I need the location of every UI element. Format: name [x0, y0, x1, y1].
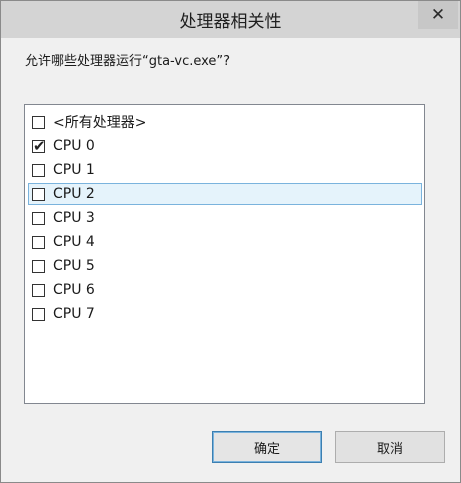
- checkbox-all-processors[interactable]: [32, 115, 45, 129]
- item-label: CPU 7: [53, 306, 95, 322]
- item-label: CPU 6: [53, 282, 95, 298]
- item-label: CPU 1: [53, 162, 95, 178]
- list-item-cpu-7[interactable]: CPU 7: [28, 303, 422, 325]
- item-label: CPU 4: [53, 234, 95, 250]
- checkbox-cpu-4[interactable]: [32, 235, 45, 249]
- dialog-title: 处理器相关性: [179, 12, 282, 32]
- list-item-cpu-5[interactable]: CPU 5: [28, 255, 422, 277]
- processor-affinity-dialog: 处理器相关性 ✕ 允许哪些处理器运行“gta-vc.exe”? <所有处理器> …: [0, 0, 461, 483]
- checkbox-cpu-2[interactable]: [32, 187, 45, 201]
- list-item-cpu-3[interactable]: CPU 3: [28, 207, 422, 229]
- list-item-cpu-0[interactable]: CPU 0: [28, 135, 422, 157]
- list-item-cpu-6[interactable]: CPU 6: [28, 279, 422, 301]
- close-button[interactable]: ✕: [418, 1, 458, 29]
- checkbox-cpu-3[interactable]: [32, 211, 45, 225]
- dialog-content: 允许哪些处理器运行“gta-vc.exe”? <所有处理器> CPU 0 CPU…: [1, 38, 460, 482]
- checkbox-cpu-6[interactable]: [32, 283, 45, 297]
- list-item-cpu-2[interactable]: CPU 2: [28, 183, 422, 205]
- prompt-text: 允许哪些处理器运行“gta-vc.exe”?: [25, 54, 231, 69]
- item-label: CPU 3: [53, 210, 95, 226]
- checkbox-cpu-5[interactable]: [32, 259, 45, 273]
- item-label: CPU 0: [53, 138, 95, 154]
- checkbox-cpu-0[interactable]: [32, 136, 46, 156]
- item-label: CPU 2: [53, 186, 95, 202]
- checkbox-cpu-7[interactable]: [32, 307, 45, 321]
- processor-list[interactable]: <所有处理器> CPU 0 CPU 1 CPU 2 CPU 3 CPU 4: [24, 104, 425, 404]
- list-item-cpu-1[interactable]: CPU 1: [28, 159, 422, 181]
- item-label: CPU 5: [53, 258, 95, 274]
- close-icon: ✕: [430, 5, 446, 25]
- list-item-all-processors[interactable]: <所有处理器>: [28, 111, 422, 133]
- item-label: <所有处理器>: [53, 115, 147, 131]
- ok-button[interactable]: 确定: [212, 431, 322, 463]
- checkbox-cpu-1[interactable]: [32, 163, 45, 177]
- cancel-button[interactable]: 取消: [335, 431, 445, 463]
- title-bar: 处理器相关性 ✕: [1, 1, 460, 38]
- list-item-cpu-4[interactable]: CPU 4: [28, 231, 422, 253]
